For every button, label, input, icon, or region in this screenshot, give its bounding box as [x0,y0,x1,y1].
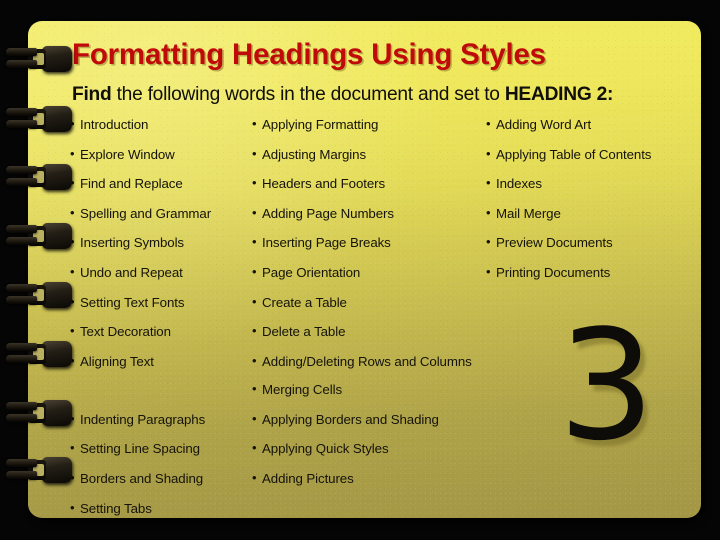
slide-number: 3 [558,297,655,474]
topic-column-2: Applying Formatting Adjusting Margins He… [252,116,502,501]
binder-ring-icon [6,105,72,133]
list-item: Explore Window [70,146,266,162]
binder-ring-icon [6,399,72,427]
ring-prong-top [6,225,37,233]
list-item: Spelling and Grammar [70,205,266,221]
list-item: Indenting Paragraphs [70,411,266,427]
ring-body [42,164,72,190]
list-item: Adding Word Art [486,116,701,132]
binder-ring-icon [6,281,72,309]
binder-ring-icon [6,456,72,484]
topic-column-1: Introduction Explore Window Find and Rep… [70,116,266,518]
list-item: Indexes [486,175,701,191]
binder-ring-icon [6,45,72,73]
ring-body [42,341,72,367]
instruction-lead: Find [72,84,112,105]
list-item: Find and Replace [70,175,266,191]
binder-ring-icon [6,163,72,191]
ring-body [42,400,72,426]
instruction-middle: the following words in the document and … [111,84,505,105]
instruction-emphasis: HEADING 2: [504,84,614,105]
list-item: Adding Page Numbers [252,205,502,221]
list-item: Applying Quick Styles [252,440,502,456]
ring-prong-bottom [6,355,37,363]
ring-prong-top [6,108,37,116]
ring-body [42,223,72,249]
list-item: Introduction [70,116,266,132]
ring-prong-bottom [6,178,37,186]
ring-body [42,46,72,72]
list-item: Delete a Table [252,323,502,339]
list-item: Mail Merge [486,205,701,221]
list-item: Setting Text Fonts [70,294,266,310]
list-item: Borders and Shading [70,470,266,486]
ring-prong-top [6,402,37,410]
list-item: Applying Borders and Shading [252,411,502,427]
list-item: Aligning Text [70,353,266,369]
list-item: Adding Pictures [252,470,502,486]
ring-body [42,457,72,483]
ring-prong-bottom [6,471,37,479]
ring-body [42,106,72,132]
ring-prong-bottom [6,414,37,422]
list-item: Setting Tabs [70,500,266,516]
list-item: Create a Table [252,294,502,310]
list-item: Setting Line Spacing [70,440,266,456]
list-item: Page Orientation [252,264,502,280]
page-title: Formatting Headings Using Styles [72,38,546,71]
list-item: Printing Documents [486,264,701,280]
list-item: Preview Documents [486,234,701,250]
list-item: Undo and Repeat [70,264,266,280]
ring-prong-top [6,284,37,292]
ring-prong-bottom [6,296,37,304]
topic-column-3: Adding Word Art Applying Table of Conten… [486,116,701,295]
slide-content: Formatting Headings Using Styles Find th… [28,21,701,518]
slide-canvas: Formatting Headings Using Styles Find th… [0,0,720,540]
list-item: Applying Formatting [252,116,502,132]
ring-prong-top [6,166,37,174]
list-item: Merging Cells [252,381,502,397]
ring-body [42,282,72,308]
list-item: Inserting Symbols [70,234,266,250]
list-item: Applying Table of Contents [486,146,701,162]
list-item: Text Decoration [70,323,266,339]
list-item: Headers and Footers [252,175,502,191]
list-item: Adding/Deleting Rows and Columns [252,353,472,369]
ring-prong-top [6,343,37,351]
ring-prong-top [6,48,37,56]
notebook-paper-panel: Formatting Headings Using Styles Find th… [28,21,701,518]
list-item: Adjusting Margins [252,146,502,162]
instruction-line: Find the following words in the document… [72,84,698,106]
list-item: Inserting Page Breaks [252,234,502,250]
ring-prong-top [6,459,37,467]
binder-ring-icon [6,340,72,368]
ring-prong-bottom [6,120,37,128]
ring-prong-bottom [6,237,37,245]
ring-prong-bottom [6,60,37,68]
binder-ring-icon [6,222,72,250]
